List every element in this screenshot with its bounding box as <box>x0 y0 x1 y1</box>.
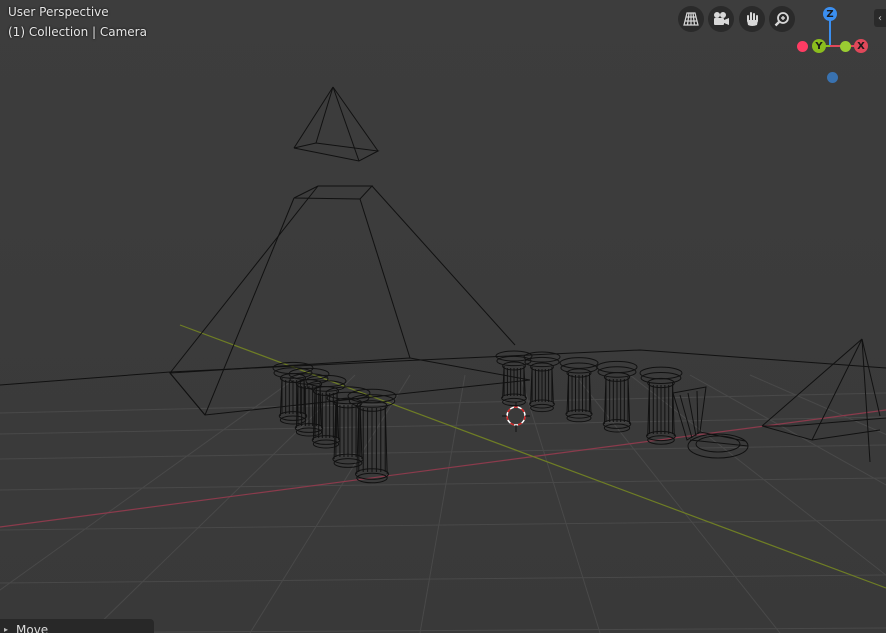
video-camera-icon <box>712 11 730 27</box>
last-operator-panel[interactable]: ▸ Move <box>0 619 154 633</box>
toggle-camera-view-button[interactable] <box>678 6 704 32</box>
gizmo-neg-z-axis[interactable] <box>827 72 838 83</box>
scene-wireframe[interactable] <box>0 0 886 633</box>
navigation-gizmo[interactable]: Z Y X <box>790 0 886 96</box>
gizmo-x-axis[interactable]: X <box>854 39 868 53</box>
gizmo-neg-y-axis[interactable] <box>840 41 851 52</box>
perspective-grid-icon <box>683 11 699 27</box>
collection-context-label: (1) Collection | Camera <box>8 25 147 39</box>
pan-view-button[interactable] <box>739 6 765 32</box>
gizmo-y-axis[interactable]: Y <box>812 39 826 53</box>
camera-view-button[interactable] <box>708 6 734 32</box>
hand-icon <box>744 11 760 27</box>
expand-arrow-icon[interactable]: ▸ <box>4 625 8 633</box>
operator-panel-label: Move <box>16 623 49 633</box>
sidebar-toggle-button[interactable]: ‹ <box>874 9 886 27</box>
3d-viewport[interactable]: User Perspective (1) Collection | Camera <box>0 0 886 633</box>
zoom-icon <box>774 11 790 27</box>
gizmo-z-axis[interactable]: Z <box>823 7 837 21</box>
gizmo-neg-x-axis[interactable] <box>797 41 808 52</box>
view-name-label: User Perspective <box>8 5 109 19</box>
